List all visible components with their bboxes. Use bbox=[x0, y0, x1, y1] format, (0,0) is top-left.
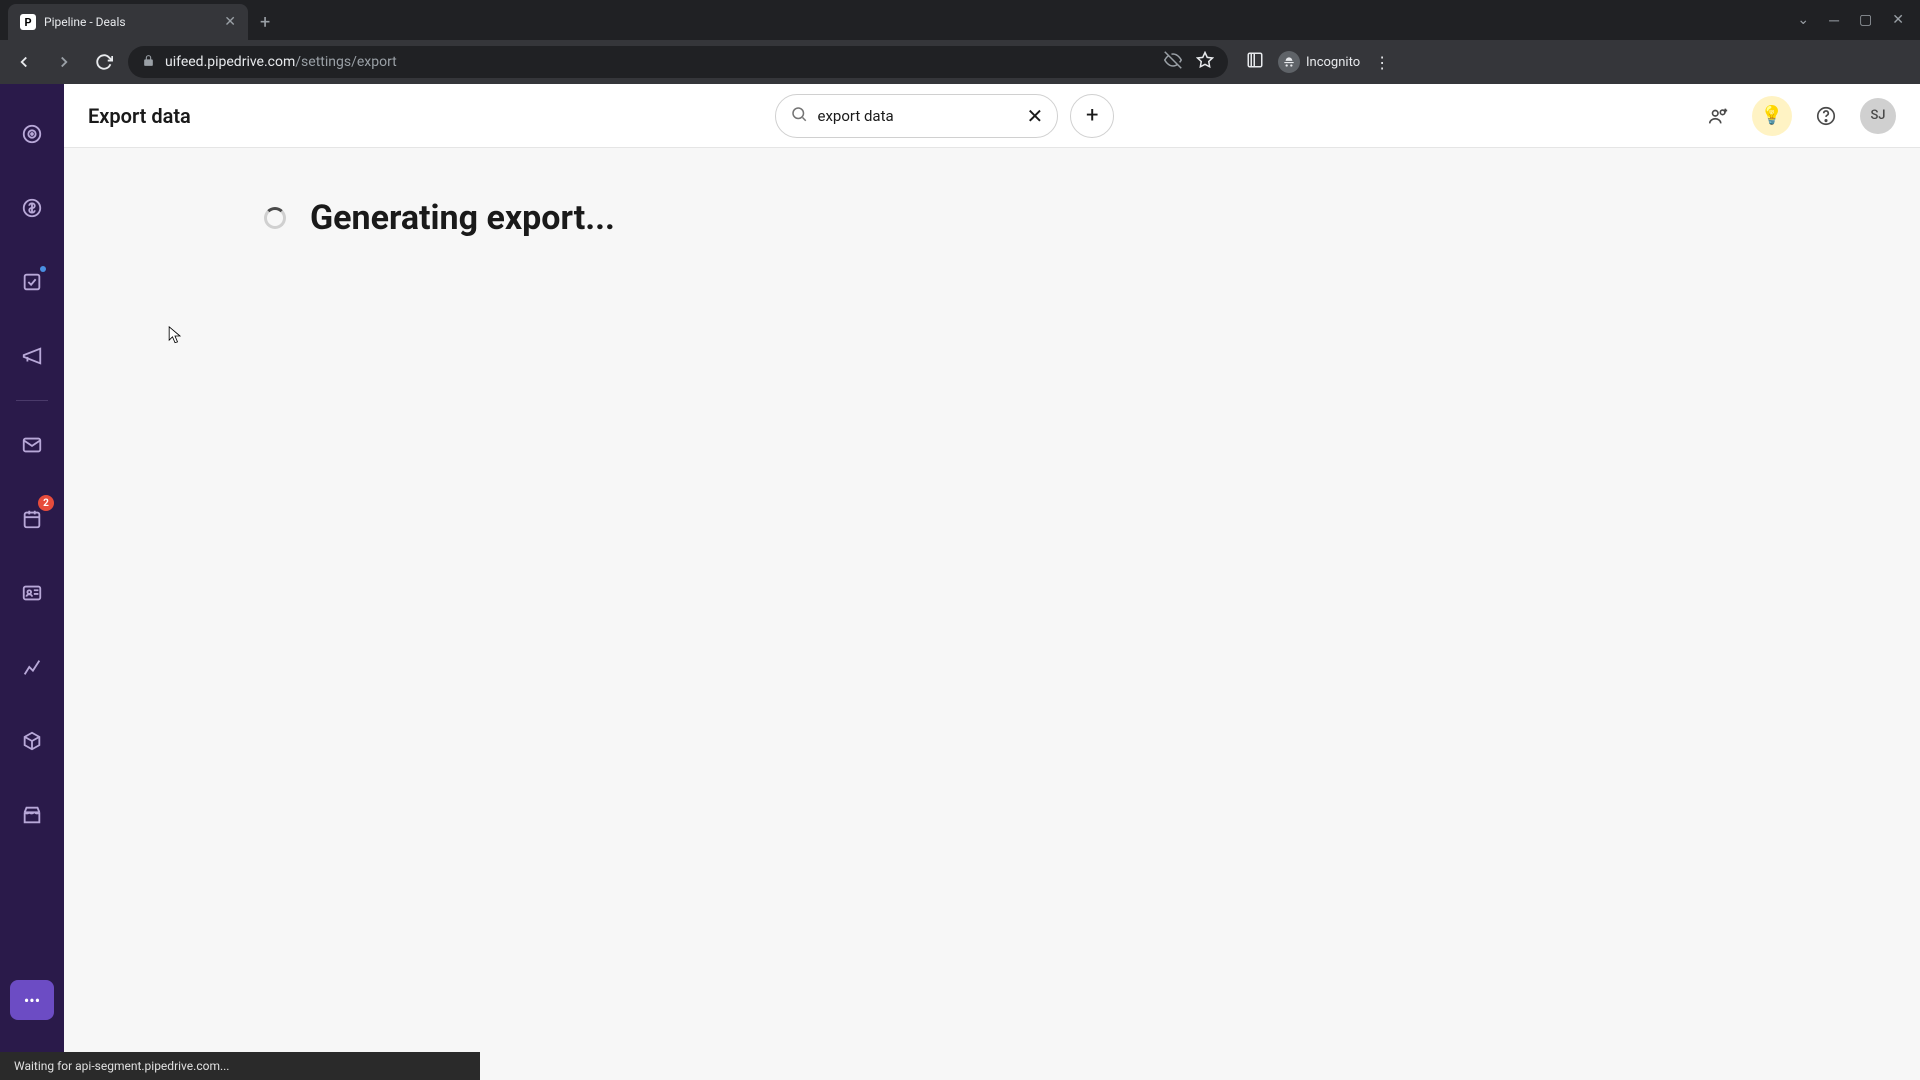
browser-tab[interactable]: P Pipeline - Deals ✕ bbox=[8, 4, 248, 40]
window-minimize-icon[interactable]: ─ bbox=[1829, 12, 1839, 29]
sidebar-item-projects[interactable] bbox=[12, 262, 52, 302]
sales-assistant-button[interactable]: 💡 bbox=[1752, 96, 1792, 136]
eye-off-icon[interactable] bbox=[1164, 51, 1182, 73]
export-status-heading: Generating export... bbox=[310, 198, 615, 238]
search-field[interactable]: ✕ bbox=[775, 94, 1059, 138]
help-button[interactable] bbox=[1806, 96, 1846, 136]
sidebar-item-insights[interactable] bbox=[12, 647, 52, 687]
app-sidebar: 2 ••• bbox=[0, 84, 64, 1080]
sidebar-item-contacts[interactable] bbox=[12, 573, 52, 613]
sidebar-item-deals[interactable] bbox=[12, 188, 52, 228]
browser-tab-strip: P Pipeline - Deals ✕ + ⌄ ─ ▢ ✕ bbox=[0, 0, 1920, 40]
sidebar-item-mail[interactable] bbox=[12, 425, 52, 465]
notification-dot bbox=[40, 266, 46, 272]
quick-add-button[interactable]: + bbox=[1070, 94, 1114, 138]
extensions-icon[interactable] bbox=[1246, 51, 1264, 73]
incognito-label: Incognito bbox=[1306, 55, 1360, 70]
plus-icon: + bbox=[1086, 103, 1098, 128]
url-text: uifeed.pipedrive.com/settings/export bbox=[165, 54, 397, 70]
window-controls: ⌄ ─ ▢ ✕ bbox=[1781, 0, 1920, 40]
user-avatar[interactable]: SJ bbox=[1860, 98, 1896, 134]
loading-spinner-icon bbox=[264, 207, 286, 229]
tab-favicon: P bbox=[20, 14, 36, 30]
tab-close-icon[interactable]: ✕ bbox=[224, 14, 236, 30]
page-title: Export data bbox=[88, 104, 191, 128]
sidebar-item-leads[interactable] bbox=[12, 114, 52, 154]
more-horizontal-icon: ••• bbox=[24, 991, 40, 1010]
lightbulb-icon: 💡 bbox=[1761, 105, 1783, 126]
browser-back-button[interactable] bbox=[8, 46, 40, 78]
chrome-menu-icon[interactable]: ⋮ bbox=[1374, 53, 1390, 72]
sidebar-more-button[interactable]: ••• bbox=[10, 980, 54, 1020]
browser-toolbar: uifeed.pipedrive.com/settings/export Inc… bbox=[0, 40, 1920, 84]
sidebar-divider bbox=[16, 400, 48, 401]
browser-status-bar: Waiting for api-segment.pipedrive.com... bbox=[0, 1052, 480, 1080]
sidebar-item-campaigns[interactable] bbox=[12, 336, 52, 376]
new-tab-button[interactable]: + bbox=[248, 4, 282, 40]
incognito-indicator[interactable]: Incognito bbox=[1278, 51, 1360, 73]
browser-reload-button[interactable] bbox=[88, 46, 120, 78]
tab-search-icon[interactable]: ⌄ bbox=[1797, 12, 1809, 28]
tab-title: Pipeline - Deals bbox=[44, 15, 216, 29]
invite-users-button[interactable] bbox=[1698, 96, 1738, 136]
mouse-cursor-icon bbox=[168, 326, 182, 346]
sidebar-item-activities[interactable]: 2 bbox=[12, 499, 52, 539]
browser-forward-button[interactable] bbox=[48, 46, 80, 78]
search-input[interactable] bbox=[818, 107, 1017, 125]
bookmark-star-icon[interactable] bbox=[1196, 51, 1214, 73]
address-bar[interactable]: uifeed.pipedrive.com/settings/export bbox=[128, 46, 1228, 78]
lock-icon bbox=[142, 54, 155, 71]
app-topbar: Export data ✕ + 💡 bbox=[64, 84, 1920, 148]
incognito-icon bbox=[1278, 51, 1300, 73]
activities-badge: 2 bbox=[38, 495, 54, 511]
page-content: Generating export... bbox=[64, 148, 1920, 1080]
search-icon bbox=[790, 105, 808, 127]
window-close-icon[interactable]: ✕ bbox=[1892, 12, 1904, 28]
window-maximize-icon[interactable]: ▢ bbox=[1859, 12, 1872, 28]
clear-search-icon[interactable]: ✕ bbox=[1027, 104, 1044, 128]
sidebar-item-products[interactable] bbox=[12, 721, 52, 761]
sidebar-item-marketplace[interactable] bbox=[12, 795, 52, 835]
